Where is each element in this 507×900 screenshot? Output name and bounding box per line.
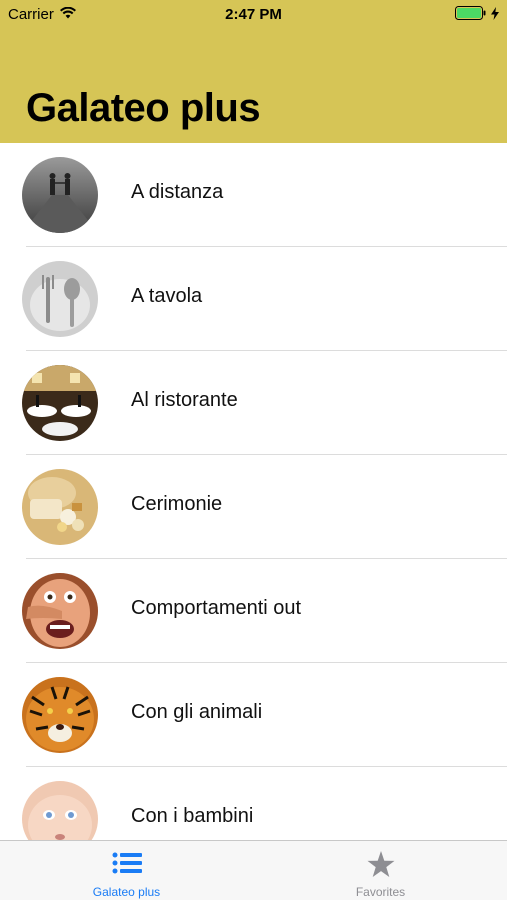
- battery-group: [455, 6, 499, 25]
- clock: 2:47 PM: [225, 6, 282, 23]
- list-item-label: Comportamenti out: [131, 597, 302, 619]
- page-title: Galateo plus: [26, 86, 261, 130]
- fork-and-spoon-photo: [22, 261, 98, 337]
- category-list[interactable]: A distanza A tavola Al ristorante Cerimo…: [0, 143, 507, 840]
- list-item[interactable]: A distanza: [0, 143, 507, 247]
- wedding-favors-photo: [22, 469, 98, 545]
- tab-bar: Galateo plus Favorites: [0, 840, 507, 900]
- list-item-label: Con gli animali: [131, 701, 263, 723]
- tiger-photo: [22, 677, 98, 753]
- face-with-hand-photo: [22, 573, 98, 649]
- list-item-label: Cerimonie: [131, 493, 223, 515]
- list-item-label: A distanza: [131, 181, 224, 203]
- battery-icon: [455, 6, 487, 25]
- tab-label: Galateo plus: [92, 885, 161, 899]
- list-item-label: Con i bambini: [131, 805, 254, 827]
- tab-label: Favorites: [355, 885, 406, 899]
- list-item[interactable]: Cerimonie: [0, 455, 507, 559]
- list-item-label: Al ristorante: [131, 389, 238, 411]
- list-item[interactable]: A tavola: [0, 247, 507, 351]
- list-item-label: A tavola: [131, 285, 203, 307]
- navigation-bar: Galateo plus: [0, 30, 507, 143]
- list-item[interactable]: Con i bambini: [0, 767, 507, 840]
- list-item[interactable]: Comportamenti out: [0, 559, 507, 663]
- list-item[interactable]: Al ristorante: [0, 351, 507, 455]
- status-bar: Carrier 2:47 PM: [0, 0, 507, 30]
- list-icon: [0, 851, 253, 875]
- banquet-hall-photo: [22, 365, 98, 441]
- tab-galateo-plus[interactable]: Galateo plus: [0, 841, 253, 900]
- baby-face-photo: [22, 781, 98, 840]
- star-icon: [254, 851, 507, 878]
- charging-bolt-icon: [491, 6, 499, 25]
- couple-on-road-photo: [22, 157, 98, 233]
- list-item[interactable]: Con gli animali: [0, 663, 507, 767]
- tab-favorites[interactable]: Favorites: [254, 841, 507, 900]
